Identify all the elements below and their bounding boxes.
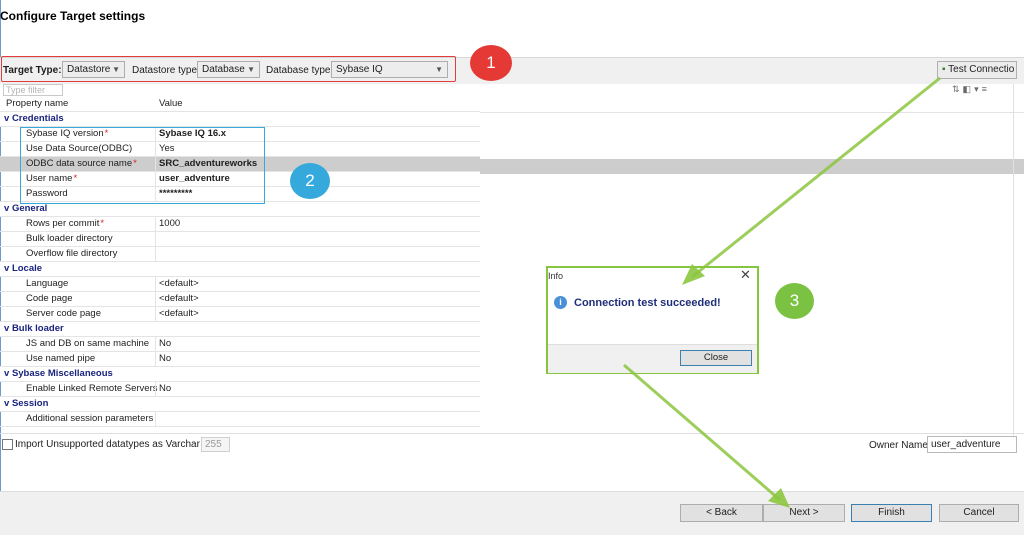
annotation-badge-1: 1 bbox=[470, 45, 512, 81]
annotation-arrows bbox=[623, 76, 941, 508]
annotation-badge-2: 2 bbox=[290, 163, 330, 199]
arrowhead-dialog bbox=[682, 264, 705, 285]
arrow-to-dialog bbox=[691, 76, 941, 279]
arrow-to-next bbox=[623, 363, 781, 502]
annotation-badge-3: 3 bbox=[775, 283, 814, 319]
